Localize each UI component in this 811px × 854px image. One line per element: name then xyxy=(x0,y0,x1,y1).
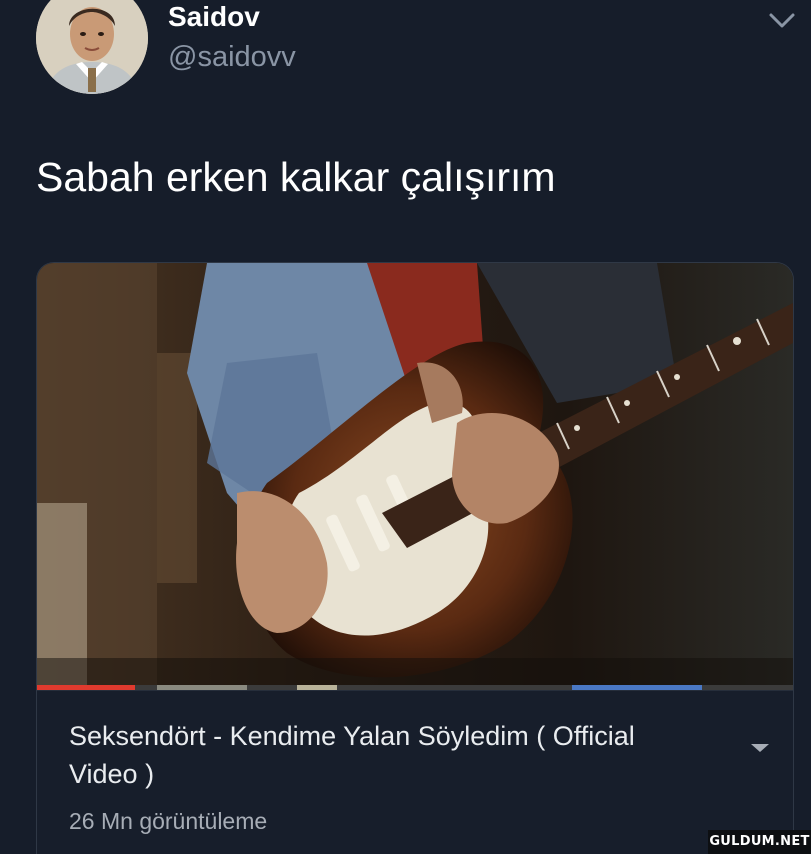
avatar[interactable] xyxy=(36,0,148,94)
video-info[interactable]: Seksendört - Kendime Yalan Söyledim ( Of… xyxy=(37,690,793,854)
profile-photo-icon xyxy=(36,0,148,94)
view-count: 26 Mn görüntüleme xyxy=(69,808,268,834)
video-thumbnail[interactable] xyxy=(37,263,793,687)
caret-down-icon[interactable] xyxy=(749,741,771,755)
video-card[interactable]: Seksendört - Kendime Yalan Söyledim ( Of… xyxy=(36,262,794,854)
video-title[interactable]: Seksendört - Kendime Yalan Söyledim ( Of… xyxy=(69,717,699,793)
display-name[interactable]: Saidov xyxy=(168,0,260,34)
tweet: Saidov @saidovv Sabah erken kalkar çalış… xyxy=(0,0,811,854)
chevron-down-icon[interactable] xyxy=(766,8,798,32)
guitar-video-thumbnail-icon xyxy=(37,263,793,687)
user-handle[interactable]: @saidovv xyxy=(168,40,296,74)
watermark-logo: GULDUM.NET xyxy=(708,830,811,854)
tweet-text: Sabah erken kalkar çalışırım xyxy=(36,154,556,200)
